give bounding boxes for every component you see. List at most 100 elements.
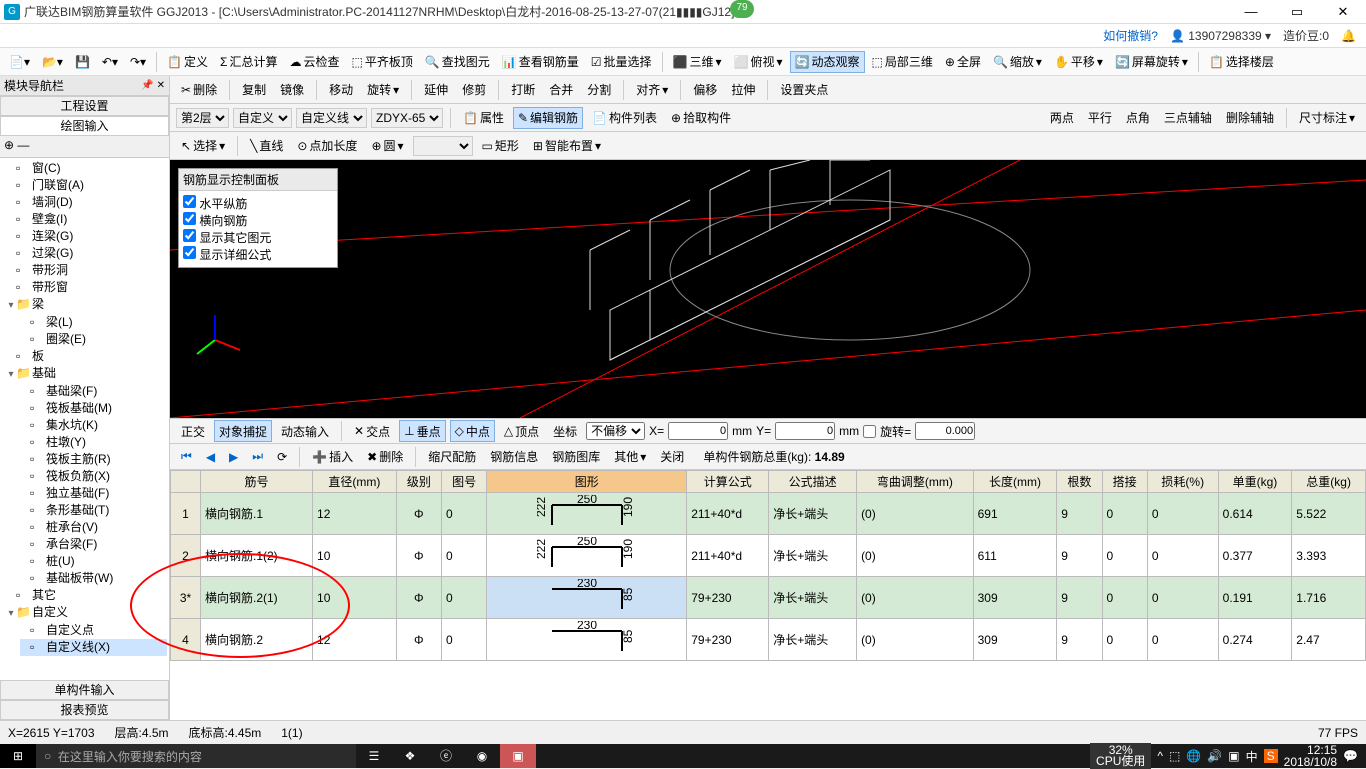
dynamic-input-toggle[interactable]: 动态输入 [276, 420, 334, 442]
report-preview-tab[interactable]: 报表预览 [0, 700, 169, 720]
perpendicular-snap[interactable]: ⊥ 垂点 [399, 420, 445, 442]
tree-item[interactable]: ▫板 [6, 348, 167, 365]
tree-item[interactable]: ▫自定义点 [20, 622, 167, 639]
next-button[interactable]: ▶ [224, 446, 243, 468]
tray-app-icon[interactable]: ⬚ [1169, 749, 1180, 763]
edit-rebar-button[interactable]: ✎ 编辑钢筋 [513, 107, 583, 129]
table-row[interactable]: 1横向钢筋.112Φ0250222190211+40*d净长+端头(0)6919… [171, 493, 1366, 535]
tray-up-icon[interactable]: ^ [1157, 749, 1163, 763]
tree-item[interactable]: ▫连梁(G) [6, 228, 167, 245]
close-table-button[interactable]: 关闭 [655, 446, 689, 468]
display-option[interactable]: 水平纵筋 [183, 195, 333, 212]
open-button[interactable]: 📂▾ [37, 51, 68, 73]
volume-icon[interactable]: 🔊 [1207, 749, 1222, 763]
save-button[interactable]: 💾 [70, 51, 95, 73]
tree-item[interactable]: ▾📁自定义 [6, 604, 167, 622]
tree-item[interactable]: ▫筏板主筋(R) [20, 451, 167, 468]
type-select[interactable]: ZDYX-65 [371, 108, 443, 128]
x-input[interactable] [668, 422, 728, 440]
tree-item[interactable]: ▫带形窗 [6, 279, 167, 296]
midpoint-snap[interactable]: ◇ 中点 [450, 420, 495, 442]
tree-item[interactable]: ▫桩承台(V) [20, 519, 167, 536]
user-id[interactable]: 👤 13907298339 ▾ [1170, 29, 1271, 43]
tree-item[interactable]: ▫壁龛(I) [6, 211, 167, 228]
tree-item[interactable]: ▫筏板负筋(X) [20, 468, 167, 485]
circle-tool[interactable]: ⊕ 圆▾ [366, 135, 408, 157]
first-button[interactable]: ⏮ [176, 446, 197, 468]
tree-item[interactable]: ▫其它 [6, 587, 167, 604]
tree-item[interactable]: ▫门联窗(A) [6, 177, 167, 194]
display-option[interactable]: 横向钢筋 [183, 212, 333, 229]
tree-item[interactable]: ▫承台梁(F) [20, 536, 167, 553]
top-view-button[interactable]: ⬜ 俯视▾ [729, 51, 788, 73]
set-grip-button[interactable]: 设置夹点 [775, 79, 833, 101]
clock[interactable]: 12:152018/10/8 [1284, 744, 1337, 768]
rebar-table[interactable]: 筋号直径(mm)级别图号图形计算公式公式描述弯曲调整(mm)长度(mm)根数搭接… [170, 470, 1366, 720]
copy-button[interactable]: 复制 [237, 79, 271, 101]
undo-button[interactable]: ↶▾ [97, 51, 123, 73]
new-button[interactable]: 📄▾ [4, 51, 35, 73]
select-tool[interactable]: ↖ 选择▾ [176, 135, 230, 157]
tree-item[interactable]: ▫梁(L) [20, 314, 167, 331]
notification-center-icon[interactable]: 💬 [1343, 749, 1358, 763]
single-input-tab[interactable]: 单构件输入 [0, 680, 169, 700]
category-select[interactable]: 自定义 [233, 108, 292, 128]
rebar-info-button[interactable]: 钢筋信息 [485, 446, 543, 468]
subcategory-select[interactable]: 自定义线 [296, 108, 367, 128]
task-view-icon[interactable]: ☰ [356, 744, 392, 768]
delete-row-button[interactable]: ✖ 删除 [362, 446, 408, 468]
extend-button[interactable]: 延伸 [419, 79, 453, 101]
sogou-icon[interactable]: S [1264, 749, 1278, 763]
dimension-button[interactable]: 尺寸标注▾ [1294, 107, 1360, 129]
lang-icon[interactable]: 中 [1246, 748, 1258, 765]
rebar-library-button[interactable]: 钢筋图库 [547, 446, 605, 468]
column-header[interactable]: 弯曲调整(mm) [857, 471, 974, 493]
tree-item[interactable]: ▫带形洞 [6, 262, 167, 279]
shape-select[interactable] [413, 136, 473, 156]
column-header[interactable]: 公式描述 [769, 471, 857, 493]
view-rebar-button[interactable]: 📊 查看钢筋量 [497, 51, 584, 73]
other-button[interactable]: 其他▾ [609, 446, 651, 468]
maximize-button[interactable]: ▭ [1274, 0, 1320, 24]
ime-icon[interactable]: ▣ [1228, 749, 1239, 763]
delete-axis-button[interactable]: 删除辅轴 [1221, 107, 1279, 129]
tree-item[interactable]: ▫窗(C) [6, 160, 167, 177]
column-header[interactable]: 图号 [441, 471, 486, 493]
bell-icon[interactable]: 🔔 [1341, 29, 1356, 43]
delete-button[interactable]: ✂ 删除 [176, 79, 222, 101]
rotate-button[interactable]: 旋转▾ [362, 79, 404, 101]
flat-button[interactable]: ⬚ 平齐板顶 [346, 51, 417, 73]
line-tool[interactable]: ╲ 直线 [245, 135, 288, 157]
search-box[interactable]: ○ 在这里输入你要搜索的内容 [36, 744, 356, 768]
close-button[interactable]: ✕ [1320, 0, 1366, 24]
pan-button[interactable]: ✋ 平移▾ [1049, 51, 1108, 73]
zoom-button[interactable]: 🔍 缩放▾ [988, 51, 1047, 73]
mirror-button[interactable]: 镜像 [275, 79, 309, 101]
column-header[interactable]: 级别 [396, 471, 441, 493]
scale-rebar-button[interactable]: 缩尺配筋 [423, 446, 481, 468]
component-list-button[interactable]: 📄 构件列表 [587, 107, 662, 129]
three-point-axis-button[interactable]: 三点辅轴 [1159, 107, 1217, 129]
fullscreen-button[interactable]: ⊕ 全屏 [940, 51, 986, 73]
display-option[interactable]: 显示其它图元 [183, 229, 333, 246]
3d-viewport[interactable]: 钢筋显示控制面板 水平纵筋 横向钢筋 显示其它图元 显示详细公式 [170, 160, 1366, 418]
offset-button[interactable]: 偏移 [688, 79, 722, 101]
move-button[interactable]: 移动 [324, 79, 358, 101]
table-row[interactable]: 4横向钢筋.212Φ02308579+230净长+端头(0)3099000.27… [171, 619, 1366, 661]
rotate-checkbox[interactable] [863, 425, 876, 438]
refresh-button[interactable]: ⟳ [272, 446, 292, 468]
sum-button[interactable]: Σ 汇总计算 [215, 51, 282, 73]
column-header[interactable]: 损耗(%) [1147, 471, 1218, 493]
tree-item[interactable]: ▫筏板基础(M) [20, 400, 167, 417]
tree-item[interactable]: ▫过梁(G) [6, 245, 167, 262]
batch-button[interactable]: ☑ 批量选择 [586, 51, 657, 73]
3d-button[interactable]: ⬛ 三维▾ [668, 51, 727, 73]
column-header[interactable]: 图形 [487, 471, 687, 493]
tree-item[interactable]: ▫基础板带(W) [20, 570, 167, 587]
object-snap-toggle[interactable]: 对象捕捉 [214, 420, 272, 442]
table-row[interactable]: 2横向钢筋.1(2)10Φ0250222190211+40*d净长+端头(0)6… [171, 535, 1366, 577]
pin-icon[interactable]: 📌 ✕ [141, 80, 165, 91]
tree-item[interactable]: ▾📁梁 [6, 296, 167, 314]
rect-tool[interactable]: ▭ 矩形 [477, 135, 524, 157]
select-floor-button[interactable]: 📋 选择楼层 [1204, 51, 1279, 73]
